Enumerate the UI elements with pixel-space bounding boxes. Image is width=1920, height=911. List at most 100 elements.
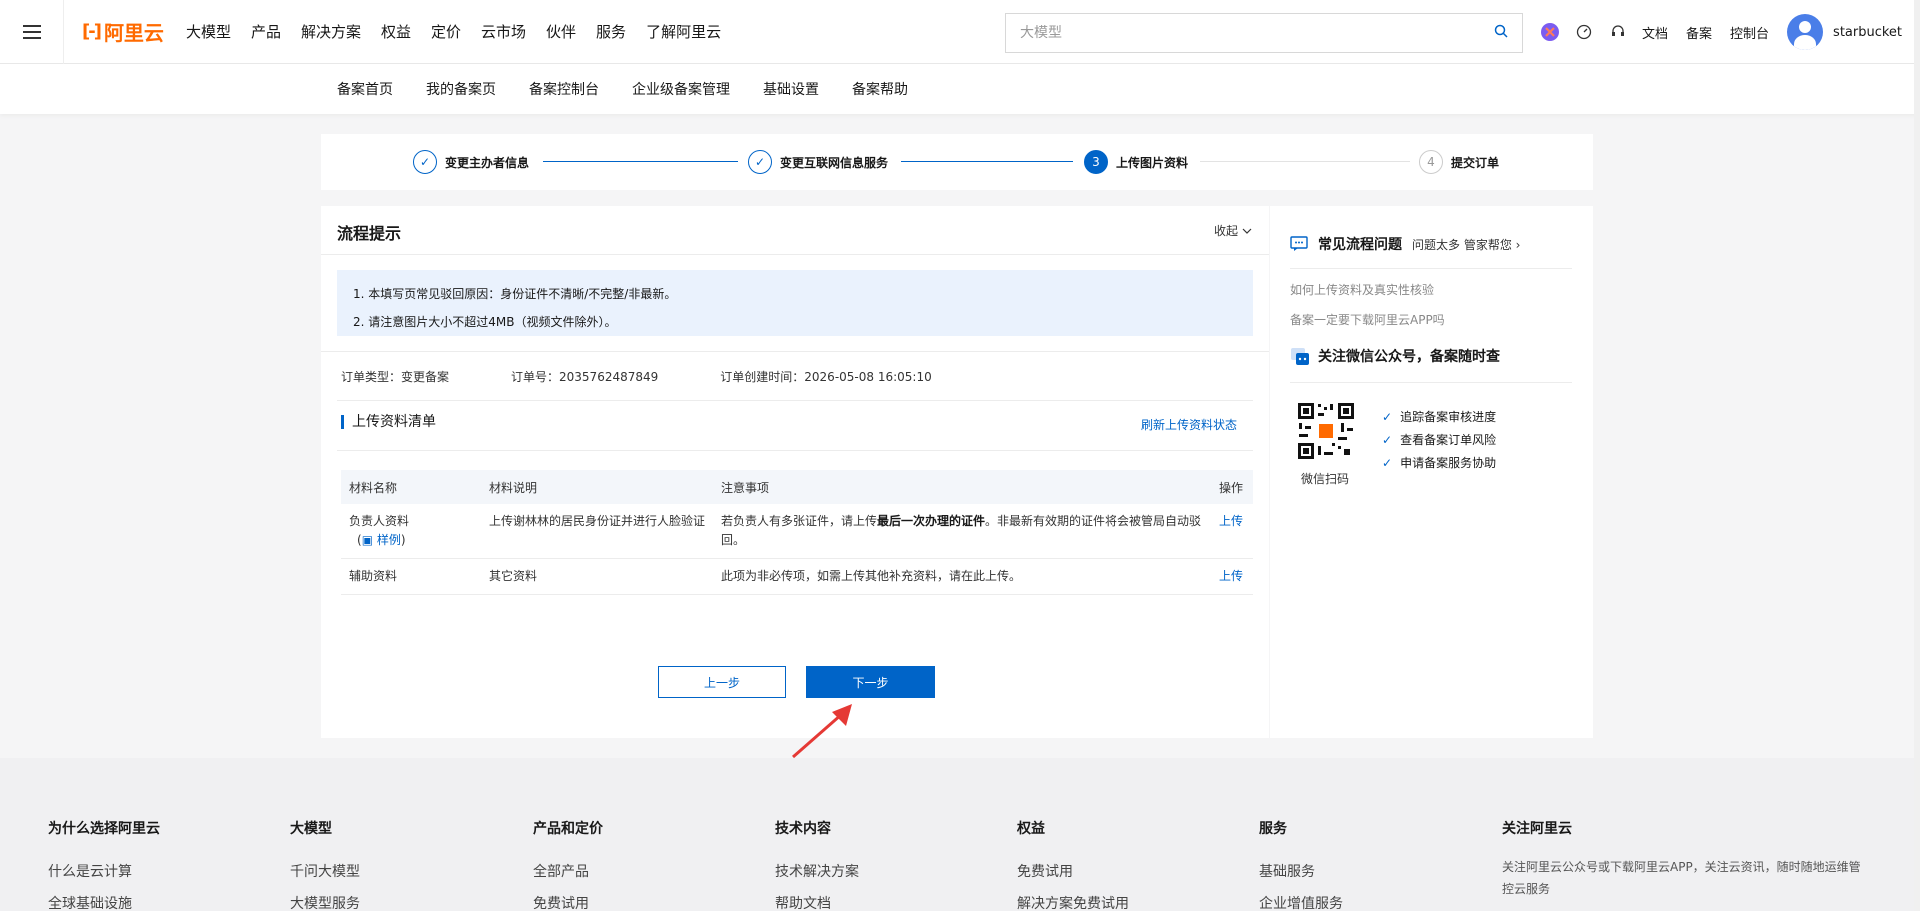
- footer-link[interactable]: 免费试用: [1017, 856, 1129, 888]
- feature-text: 查看备案订单风险: [1400, 433, 1497, 447]
- nav-item[interactable]: 伙伴: [546, 21, 576, 42]
- footer-column: 大模型 千问大模型 大模型服务: [290, 818, 360, 911]
- check-icon: ✓: [748, 150, 772, 174]
- chevron-down-icon: [1242, 228, 1252, 234]
- prev-step-button[interactable]: 上一步: [658, 666, 786, 698]
- subnav-item[interactable]: 基础设置: [763, 79, 819, 99]
- divider: [1290, 268, 1572, 269]
- ai-assistant-icon[interactable]: [1540, 22, 1560, 42]
- subnav-item[interactable]: 备案帮助: [852, 79, 908, 99]
- step-1: ✓ 变更主办者信息: [413, 150, 529, 174]
- chat-icon: [1290, 236, 1308, 251]
- image-icon: ▣: [361, 533, 377, 547]
- footer-link[interactable]: 技术解决方案: [775, 856, 859, 888]
- divider: [1290, 382, 1572, 383]
- footer-link[interactable]: 什么是云计算: [48, 856, 160, 888]
- chevron-right-icon: ›: [1515, 237, 1521, 252]
- footer-heading: 大模型: [290, 821, 332, 837]
- step-label: 变更互联网信息服务: [780, 155, 889, 170]
- col-header: 注意事项: [713, 470, 1211, 504]
- refresh-status-link[interactable]: 刷新上传资料状态: [1141, 416, 1237, 433]
- upload-list-title: 上传资料清单: [341, 415, 436, 429]
- subnav-item[interactable]: 我的备案页: [426, 79, 496, 99]
- collapse-toggle[interactable]: 收起: [1214, 222, 1253, 239]
- faq-more-link[interactable]: 问题太多 管家帮您 ›: [1412, 236, 1520, 253]
- docs-link[interactable]: 文档: [1642, 23, 1668, 42]
- footer-heading: 权益: [1017, 821, 1045, 837]
- nav-item[interactable]: 定价: [431, 21, 461, 42]
- footer-link[interactable]: 企业增值服务: [1259, 888, 1343, 911]
- top-header: [-] 阿里云 大模型 产品 解决方案 权益 定价 云市场 伙伴 服务 了解阿里…: [0, 0, 1920, 64]
- help-sidebar: 常见流程问题 问题太多 管家帮您 › 如何上传资料及真实性核验 备案一定要下载阿…: [1270, 206, 1593, 738]
- material-note: 此项为非必传项，如需上传其他补充资料，请在此上传。: [713, 558, 1211, 595]
- footer-link[interactable]: 千问大模型: [290, 856, 360, 888]
- divider: [321, 254, 1269, 255]
- faq-link[interactable]: 如何上传资料及真实性核验: [1290, 281, 1434, 298]
- wechat-header: 关注微信公众号，备案随时查: [1290, 346, 1500, 366]
- logo-text: 阿里云: [103, 21, 164, 45]
- icp-link[interactable]: 备案: [1686, 23, 1712, 42]
- top-nav: 大模型 产品 解决方案 权益 定价 云市场 伙伴 服务 了解阿里云: [186, 21, 741, 42]
- footer-link[interactable]: 解决方案免费试用: [1017, 888, 1129, 911]
- subnav-item[interactable]: 备案控制台: [529, 79, 599, 99]
- progress-steps: ✓ 变更主办者信息 ✓ 变更互联网信息服务 3 上传图片资料 4 提交订单: [321, 134, 1593, 190]
- username[interactable]: starbucket: [1833, 25, 1902, 40]
- footer-link[interactable]: 免费试用: [533, 888, 603, 911]
- aliyun-logo[interactable]: [-] 阿里云: [82, 17, 164, 46]
- avatar[interactable]: [1787, 14, 1824, 50]
- icp-subnav: 备案首页 我的备案页 备案控制台 企业级备案管理 基础设置 备案帮助: [0, 64, 1920, 114]
- nav-item[interactable]: 权益: [381, 21, 411, 42]
- nav-item[interactable]: 解决方案: [301, 21, 361, 42]
- wechat-icon: [1291, 348, 1309, 365]
- footer-link[interactable]: 帮助文档: [775, 888, 859, 911]
- table-header-row: 材料名称 材料说明 注意事项 操作: [341, 470, 1253, 504]
- console-link[interactable]: 控制台: [1730, 23, 1769, 42]
- footer-column: 服务 基础服务 企业增值服务: [1259, 818, 1343, 911]
- nav-item[interactable]: 云市场: [481, 21, 526, 42]
- sample-link[interactable]: ▣ 样例: [362, 533, 401, 547]
- panel-title: 流程提示: [337, 224, 402, 243]
- search-icon[interactable]: [1494, 24, 1508, 42]
- header-right: 文档 备案 控制台 starbucket: [1540, 0, 1902, 64]
- feature-item: ✓ 申请备案服务协助: [1382, 452, 1496, 475]
- upload-link[interactable]: 上传: [1211, 504, 1253, 559]
- footer-heading: 为什么选择阿里云: [48, 821, 160, 837]
- next-step-button[interactable]: 下一步: [806, 666, 935, 698]
- step-label: 变更主办者信息: [445, 155, 530, 170]
- footer-column: 权益 免费试用 解决方案免费试用: [1017, 818, 1129, 911]
- page-scrollbar[interactable]: [1914, 0, 1920, 911]
- footer-column: 为什么选择阿里云 什么是云计算 全球基础设施: [48, 818, 160, 911]
- footer-link[interactable]: 全部产品: [533, 856, 603, 888]
- step-connector: [1200, 161, 1410, 162]
- nav-item[interactable]: 了解阿里云: [646, 21, 721, 42]
- nav-item[interactable]: 服务: [596, 21, 626, 42]
- step-number: 3: [1084, 150, 1108, 174]
- site-footer: 为什么选择阿里云 什么是云计算 全球基础设施 大模型 千问大模型 大模型服务 产…: [0, 758, 1920, 911]
- footer-link[interactable]: 基础服务: [1259, 856, 1343, 888]
- check-icon: ✓: [413, 150, 437, 174]
- search-input[interactable]: [1020, 25, 1494, 41]
- pointer-arrow-icon: [792, 704, 852, 759]
- upload-link[interactable]: 上传: [1211, 558, 1253, 595]
- subnav-item[interactable]: 企业级备案管理: [632, 79, 730, 99]
- step-connector: [543, 161, 738, 162]
- footer-heading: 服务: [1259, 821, 1287, 837]
- order-number: 订单号：2035762487849: [511, 370, 659, 384]
- follow-text: 关注阿里云公众号或下载阿里云APP，关注云资讯，随时随地运维管控云服务: [1502, 860, 1861, 896]
- dashboard-icon[interactable]: [1574, 22, 1594, 42]
- footer-link[interactable]: 大模型服务: [290, 888, 360, 911]
- order-type: 订单类型：变更备案: [341, 370, 450, 384]
- subnav-item[interactable]: 备案首页: [337, 79, 393, 99]
- nav-item[interactable]: 大模型: [186, 21, 231, 42]
- check-icon: ✓: [1382, 433, 1393, 447]
- divider: [337, 400, 1253, 401]
- menu-icon[interactable]: [0, 0, 64, 64]
- materials-table: 材料名称 材料说明 注意事项 操作 负责人资料 (▣ 样例) 上传谢林林的居民身…: [341, 470, 1253, 595]
- wechat-qr-code: [1296, 401, 1356, 461]
- faq-link[interactable]: 备案一定要下载阿里云APP吗: [1290, 311, 1445, 328]
- nav-item[interactable]: 产品: [251, 21, 281, 42]
- faq-more-text: 问题太多 管家帮您: [1412, 237, 1512, 252]
- feature-item: ✓ 追踪备案审核进度: [1382, 406, 1496, 429]
- footer-link[interactable]: 全球基础设施: [48, 888, 160, 911]
- support-headset-icon[interactable]: [1608, 22, 1628, 42]
